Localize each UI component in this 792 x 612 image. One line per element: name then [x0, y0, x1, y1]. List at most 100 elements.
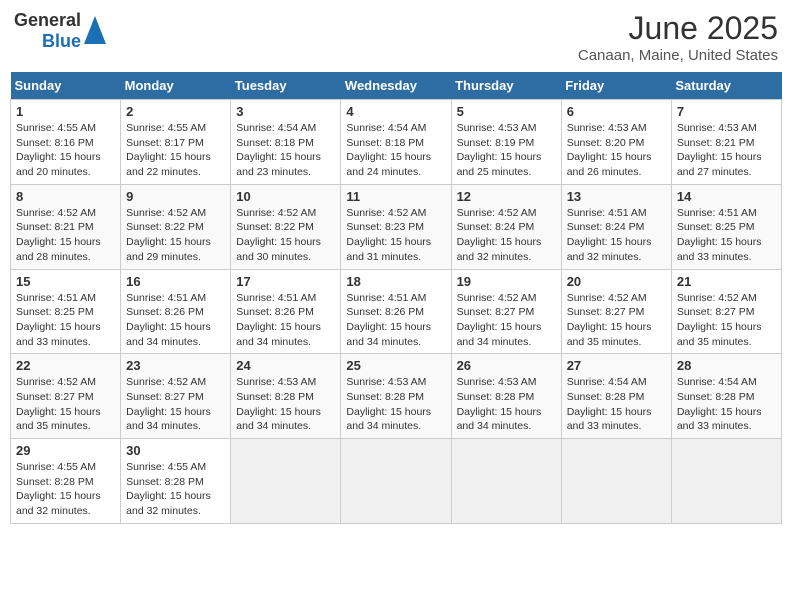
day-number: 21 — [677, 274, 776, 289]
daylight-label: Daylight: 15 hours — [16, 406, 101, 418]
daylight-label: Daylight: 15 hours — [346, 321, 431, 333]
daylight-minutes: and 32 minutes. — [16, 505, 91, 517]
title-area: June 2025 Canaan, Maine, United States — [578, 10, 778, 64]
sunset-label: Sunset: 8:28 PM — [457, 391, 535, 403]
sunset-label: Sunset: 8:27 PM — [567, 306, 645, 318]
sunset-label: Sunset: 8:25 PM — [677, 221, 755, 233]
calendar-week-row: 22 Sunrise: 4:52 AM Sunset: 8:27 PM Dayl… — [11, 354, 782, 439]
sunrise-label: Sunrise: 4:52 AM — [346, 207, 426, 219]
day-info: Sunrise: 4:52 AM Sunset: 8:22 PM Dayligh… — [236, 206, 335, 265]
day-number: 12 — [457, 189, 556, 204]
calendar-cell: 10 Sunrise: 4:52 AM Sunset: 8:22 PM Dayl… — [231, 184, 341, 269]
day-info: Sunrise: 4:52 AM Sunset: 8:27 PM Dayligh… — [126, 375, 225, 434]
daylight-label: Daylight: 15 hours — [677, 321, 762, 333]
calendar-week-row: 15 Sunrise: 4:51 AM Sunset: 8:25 PM Dayl… — [11, 269, 782, 354]
sunrise-label: Sunrise: 4:51 AM — [236, 292, 316, 304]
sunset-label: Sunset: 8:23 PM — [346, 221, 424, 233]
day-info: Sunrise: 4:51 AM Sunset: 8:25 PM Dayligh… — [16, 291, 115, 350]
daylight-minutes: and 34 minutes. — [457, 420, 532, 432]
daylight-label: Daylight: 15 hours — [567, 236, 652, 248]
day-info: Sunrise: 4:54 AM Sunset: 8:18 PM Dayligh… — [346, 121, 445, 180]
day-number: 14 — [677, 189, 776, 204]
day-info: Sunrise: 4:52 AM Sunset: 8:27 PM Dayligh… — [677, 291, 776, 350]
weekday-header-friday: Friday — [561, 72, 671, 100]
day-info: Sunrise: 4:55 AM Sunset: 8:16 PM Dayligh… — [16, 121, 115, 180]
logo-general-text: General — [14, 10, 81, 31]
sunset-label: Sunset: 8:28 PM — [16, 476, 94, 488]
daylight-label: Daylight: 15 hours — [346, 406, 431, 418]
sunrise-label: Sunrise: 4:55 AM — [126, 122, 206, 134]
sunrise-label: Sunrise: 4:54 AM — [236, 122, 316, 134]
daylight-label: Daylight: 15 hours — [457, 321, 542, 333]
calendar-cell: 8 Sunrise: 4:52 AM Sunset: 8:21 PM Dayli… — [11, 184, 121, 269]
day-info: Sunrise: 4:52 AM Sunset: 8:22 PM Dayligh… — [126, 206, 225, 265]
day-info: Sunrise: 4:53 AM Sunset: 8:28 PM Dayligh… — [457, 375, 556, 434]
daylight-minutes: and 30 minutes. — [236, 251, 311, 263]
sunrise-label: Sunrise: 4:53 AM — [346, 376, 426, 388]
day-info: Sunrise: 4:52 AM Sunset: 8:27 PM Dayligh… — [567, 291, 666, 350]
day-info: Sunrise: 4:51 AM Sunset: 8:26 PM Dayligh… — [346, 291, 445, 350]
sunset-label: Sunset: 8:22 PM — [126, 221, 204, 233]
daylight-minutes: and 34 minutes. — [126, 336, 201, 348]
daylight-label: Daylight: 15 hours — [236, 406, 321, 418]
calendar-cell: 11 Sunrise: 4:52 AM Sunset: 8:23 PM Dayl… — [341, 184, 451, 269]
daylight-minutes: and 26 minutes. — [567, 166, 642, 178]
day-number: 8 — [16, 189, 115, 204]
day-info: Sunrise: 4:52 AM Sunset: 8:24 PM Dayligh… — [457, 206, 556, 265]
sunset-label: Sunset: 8:28 PM — [567, 391, 645, 403]
sunrise-label: Sunrise: 4:52 AM — [567, 292, 647, 304]
daylight-minutes: and 23 minutes. — [236, 166, 311, 178]
day-info: Sunrise: 4:54 AM Sunset: 8:28 PM Dayligh… — [677, 375, 776, 434]
weekday-header-thursday: Thursday — [451, 72, 561, 100]
daylight-minutes: and 32 minutes. — [457, 251, 532, 263]
day-info: Sunrise: 4:51 AM Sunset: 8:26 PM Dayligh… — [236, 291, 335, 350]
day-number: 18 — [346, 274, 445, 289]
calendar-cell: 5 Sunrise: 4:53 AM Sunset: 8:19 PM Dayli… — [451, 100, 561, 185]
daylight-label: Daylight: 15 hours — [236, 321, 321, 333]
sunset-label: Sunset: 8:16 PM — [16, 137, 94, 149]
calendar-cell: 28 Sunrise: 4:54 AM Sunset: 8:28 PM Dayl… — [671, 354, 781, 439]
sunset-label: Sunset: 8:27 PM — [126, 391, 204, 403]
calendar-cell: 16 Sunrise: 4:51 AM Sunset: 8:26 PM Dayl… — [121, 269, 231, 354]
day-number: 15 — [16, 274, 115, 289]
sunset-label: Sunset: 8:17 PM — [126, 137, 204, 149]
daylight-label: Daylight: 15 hours — [16, 236, 101, 248]
day-number: 19 — [457, 274, 556, 289]
sunrise-label: Sunrise: 4:55 AM — [16, 122, 96, 134]
calendar-cell: 14 Sunrise: 4:51 AM Sunset: 8:25 PM Dayl… — [671, 184, 781, 269]
daylight-minutes: and 33 minutes. — [677, 420, 752, 432]
calendar-cell: 6 Sunrise: 4:53 AM Sunset: 8:20 PM Dayli… — [561, 100, 671, 185]
day-number: 10 — [236, 189, 335, 204]
daylight-label: Daylight: 15 hours — [126, 406, 211, 418]
day-number: 27 — [567, 358, 666, 373]
sunset-label: Sunset: 8:26 PM — [126, 306, 204, 318]
daylight-label: Daylight: 15 hours — [126, 151, 211, 163]
day-info: Sunrise: 4:53 AM Sunset: 8:20 PM Dayligh… — [567, 121, 666, 180]
calendar-cell: 7 Sunrise: 4:53 AM Sunset: 8:21 PM Dayli… — [671, 100, 781, 185]
sunrise-label: Sunrise: 4:51 AM — [677, 207, 757, 219]
daylight-minutes: and 28 minutes. — [16, 251, 91, 263]
day-info: Sunrise: 4:53 AM Sunset: 8:21 PM Dayligh… — [677, 121, 776, 180]
sunset-label: Sunset: 8:28 PM — [126, 476, 204, 488]
daylight-label: Daylight: 15 hours — [236, 236, 321, 248]
sunset-label: Sunset: 8:24 PM — [457, 221, 535, 233]
logo: General Blue — [14, 10, 106, 51]
calendar-cell: 19 Sunrise: 4:52 AM Sunset: 8:27 PM Dayl… — [451, 269, 561, 354]
day-info: Sunrise: 4:55 AM Sunset: 8:28 PM Dayligh… — [16, 460, 115, 519]
day-number: 28 — [677, 358, 776, 373]
logo-blue-text: Blue — [42, 31, 81, 52]
sunrise-label: Sunrise: 4:52 AM — [677, 292, 757, 304]
sunrise-label: Sunrise: 4:53 AM — [457, 122, 537, 134]
sunset-label: Sunset: 8:26 PM — [346, 306, 424, 318]
day-info: Sunrise: 4:53 AM Sunset: 8:19 PM Dayligh… — [457, 121, 556, 180]
daylight-label: Daylight: 15 hours — [16, 321, 101, 333]
daylight-minutes: and 34 minutes. — [346, 420, 421, 432]
sunrise-label: Sunrise: 4:52 AM — [126, 376, 206, 388]
sunrise-label: Sunrise: 4:51 AM — [16, 292, 96, 304]
calendar-cell: 1 Sunrise: 4:55 AM Sunset: 8:16 PM Dayli… — [11, 100, 121, 185]
sunset-label: Sunset: 8:21 PM — [677, 137, 755, 149]
calendar-cell: 24 Sunrise: 4:53 AM Sunset: 8:28 PM Dayl… — [231, 354, 341, 439]
daylight-label: Daylight: 15 hours — [16, 151, 101, 163]
day-number: 9 — [126, 189, 225, 204]
day-number: 30 — [126, 443, 225, 458]
